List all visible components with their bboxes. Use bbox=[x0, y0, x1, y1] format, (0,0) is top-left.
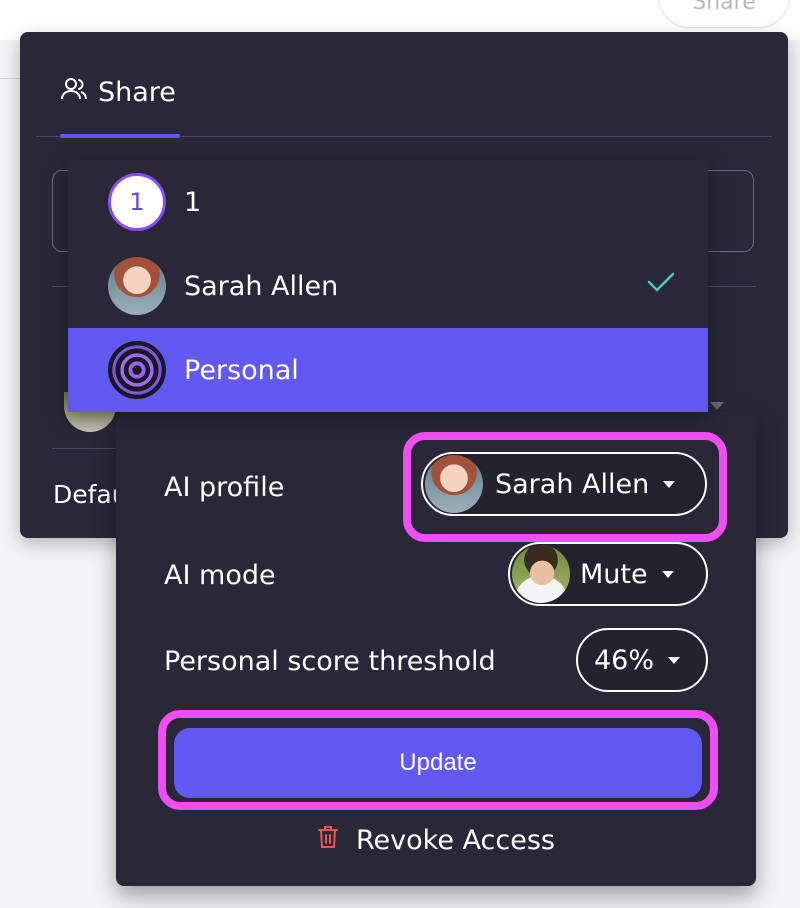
check-icon bbox=[646, 270, 676, 301]
personal-logo-icon bbox=[108, 341, 166, 399]
trash-icon bbox=[316, 824, 340, 857]
revoke-access-button[interactable]: Revoke Access bbox=[316, 824, 555, 857]
ai-mode-value: Mute bbox=[580, 558, 648, 590]
top-share-button[interactable]: Share bbox=[658, 0, 790, 28]
dropdown-item-label: 1 bbox=[184, 186, 202, 218]
caret-down-icon bbox=[668, 656, 681, 664]
top-divider bbox=[0, 78, 20, 79]
ai-mode-select[interactable]: Mute bbox=[508, 542, 708, 606]
tab-share-label: Share bbox=[98, 76, 176, 108]
threshold-select[interactable]: 46% bbox=[576, 628, 708, 692]
update-button[interactable]: Update bbox=[174, 728, 702, 798]
dropdown-item-1[interactable]: 1 1 bbox=[68, 160, 708, 244]
number-avatar: 1 bbox=[108, 173, 166, 231]
top-share-button-label: Share bbox=[692, 0, 756, 15]
threshold-value: 46% bbox=[594, 644, 655, 676]
ai-profile-avatar bbox=[425, 455, 483, 513]
caret-down-icon bbox=[663, 480, 676, 488]
tab-share[interactable]: Share bbox=[60, 74, 176, 110]
dropdown-item-label: Personal bbox=[184, 354, 299, 386]
caret-down-icon[interactable] bbox=[710, 402, 724, 410]
dropdown-item-sarah-allen[interactable]: Sarah Allen bbox=[68, 244, 708, 328]
caret-down-icon bbox=[661, 570, 674, 578]
users-icon bbox=[60, 75, 88, 110]
ai-mode-label: AI mode bbox=[164, 560, 276, 591]
ai-profile-select[interactable]: Sarah Allen bbox=[421, 452, 707, 516]
dropdown-item-label: Sarah Allen bbox=[184, 270, 339, 302]
tab-active-indicator bbox=[60, 134, 180, 138]
ai-mode-avatar bbox=[512, 545, 570, 603]
settings-card: AI profile Sarah Allen AI mode Mute Pers… bbox=[116, 412, 756, 886]
page: Share Share Defau AI profile Sarah Allen… bbox=[0, 0, 800, 908]
revoke-access-label: Revoke Access bbox=[356, 825, 555, 856]
sarah-avatar bbox=[108, 257, 166, 315]
dropdown-item-personal[interactable]: Personal bbox=[68, 328, 708, 412]
ai-profile-value: Sarah Allen bbox=[495, 468, 650, 500]
profile-dropdown: 1 1 Sarah Allen Personal bbox=[68, 160, 708, 412]
threshold-label: Personal score threshold bbox=[164, 646, 496, 677]
section-divider-2 bbox=[52, 448, 116, 449]
ai-profile-label: AI profile bbox=[164, 472, 285, 503]
